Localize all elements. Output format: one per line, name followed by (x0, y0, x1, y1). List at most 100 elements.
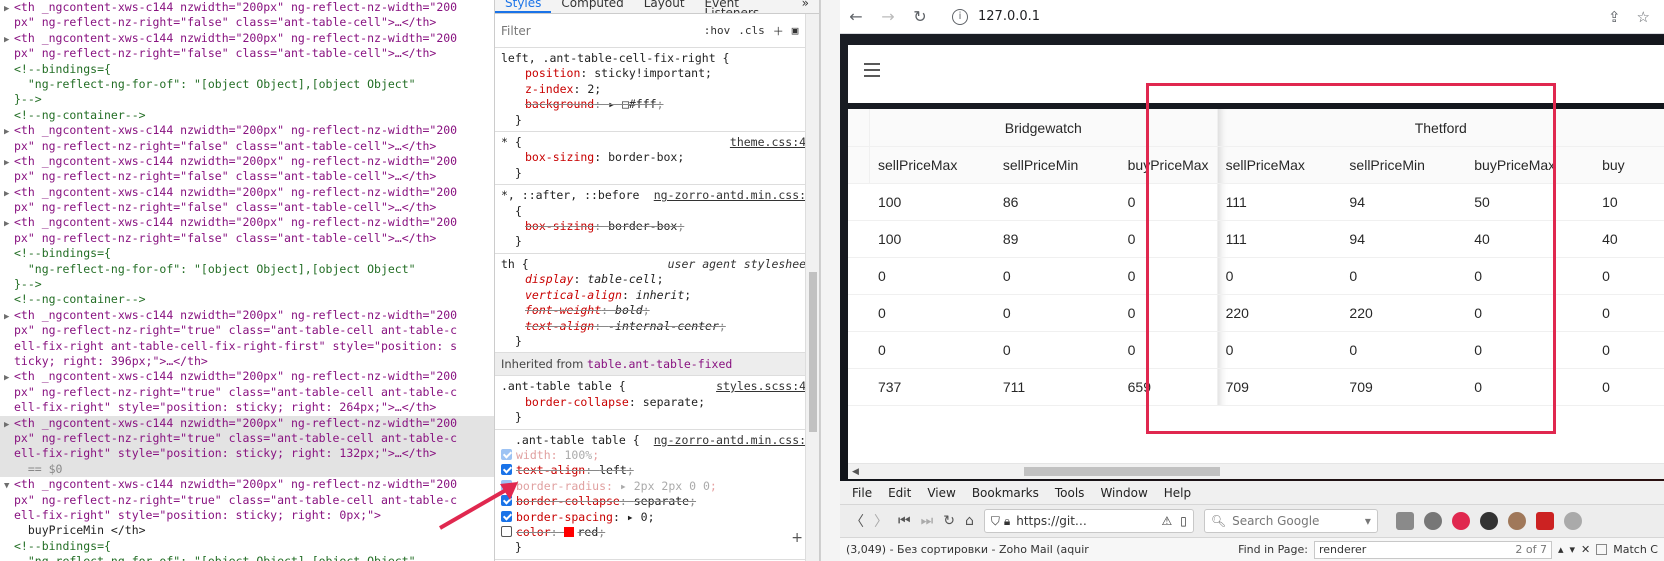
dom-line[interactable]: ▼ <th _ngcontent-xws-c144 nzwidth="200px"… (0, 477, 494, 492)
column-header-sellPriceMax[interactable]: sellPriceMax (869, 147, 995, 184)
dom-line[interactable]: "ng-reflect-ng-for-of": "[object Object]… (0, 262, 494, 277)
dom-line[interactable]: "ng-reflect-ng-for-of": "[object Object]… (0, 554, 494, 561)
css-property[interactable]: vertical-align: inherit; (515, 288, 813, 303)
rule-selector[interactable]: .ant-table table { (515, 433, 640, 447)
dom-line[interactable]: ▶ <th _ngcontent-xws-c144 nzwidth="200px"… (0, 415, 494, 431)
dom-line[interactable]: "ng-reflect-ng-for-of": "[object Object]… (0, 77, 494, 92)
dom-line[interactable]: ▶ <th _ngcontent-xws-c144 nzwidth="200px"… (0, 123, 494, 138)
property-checkbox[interactable] (501, 448, 512, 460)
rule-source-link[interactable]: styles.scss:41 (716, 379, 813, 393)
settings-icon[interactable] (1563, 512, 1582, 530)
dom-line[interactable]: px" ng-reflect-nz-right="true" class="an… (0, 385, 494, 400)
ff-address-bar[interactable]: ⛉ 🔒︎ https://git… ⚠ ▯ (983, 509, 1194, 533)
css-property[interactable]: display: table-cell; (515, 272, 813, 287)
property-checkbox[interactable] (501, 510, 512, 522)
ff-first-icon[interactable]: ⏮ (898, 513, 911, 529)
css-property-color[interactable]: color: red; (501, 525, 813, 540)
css-property-border-spacing[interactable]: border-spacing: ▸ 0; (501, 510, 813, 525)
css-property-width[interactable]: width: 100%; (501, 448, 813, 463)
ff-tab-title[interactable]: (3,049) - Без сортировки - Zoho Mail (aq… (846, 543, 1089, 556)
dom-line[interactable]: ▶ <th _ngcontent-xws-c144 nzwidth="200px"… (0, 0, 494, 15)
find-next-icon[interactable]: ▾ (1570, 543, 1576, 556)
css-property-border-radius[interactable]: border-radius: ▸ 2px 2px 0 0; (501, 479, 813, 494)
rule-selector[interactable]: left, .ant-table-cell-fix-right { (501, 51, 729, 65)
dom-line[interactable]: px" ng-reflect-nz-right="false" class="a… (0, 231, 494, 246)
flag-icon[interactable] (1535, 512, 1554, 530)
cookie-icon[interactable] (1507, 512, 1526, 530)
styles-filter-input[interactable]: Filter (501, 24, 696, 38)
ff-bookmark-icon[interactable]: ▯ (1180, 514, 1187, 528)
find-close-icon[interactable]: ✕ (1581, 543, 1590, 556)
css-property[interactable]: border-collapse: separate; (515, 395, 813, 410)
dom-line[interactable]: ticky; right: 396px;">…</th> (0, 354, 494, 369)
match-case-checkbox[interactable] (1596, 544, 1608, 555)
property-checkbox[interactable] (501, 525, 512, 537)
dom-line[interactable]: ell-fix-right ant-table-cell-fix-right-f… (0, 339, 494, 354)
dom-line[interactable]: ell-fix-right" style="position: sticky; … (0, 400, 494, 415)
rule-selector[interactable]: .ant-table table { (501, 379, 626, 393)
ff-back-icon[interactable]: 〈 (850, 511, 864, 531)
ff-menu-bookmarks[interactable]: Bookmarks (972, 486, 1039, 500)
ff-search-dropdown-icon[interactable]: ▾ (1365, 514, 1371, 528)
column-header-buyPriceMax[interactable]: buyPriceMax (1466, 147, 1595, 184)
property-checkbox[interactable] (501, 464, 512, 476)
styles-tab-1[interactable]: Computed (551, 0, 633, 13)
dom-line[interactable]: == $0 (0, 461, 494, 478)
column-header-sellPriceMax[interactable]: sellPriceMax (1216, 147, 1342, 184)
cls-toggle[interactable]: .cls (738, 24, 765, 37)
dom-line[interactable]: px" ng-reflect-nz-right="false" class="a… (0, 15, 494, 30)
css-property[interactable]: font-weight: bold; (515, 303, 813, 318)
css-property[interactable]: text-align: -internal-center; (515, 319, 813, 334)
rule-selector[interactable]: th { (501, 257, 529, 271)
dom-line[interactable]: px" ng-reflect-nz-right="false" class="a… (0, 200, 494, 215)
ff-home-icon[interactable]: ⌂ (965, 513, 974, 529)
css-property-text-align[interactable]: text-align: left; (501, 463, 813, 478)
paint-icon[interactable]: ▣ (792, 24, 799, 37)
inherited-element-link[interactable]: table.ant-table-fixed (587, 357, 732, 371)
dom-line[interactable]: ▶ <th _ngcontent-xws-c144 nzwidth="200px"… (0, 308, 494, 323)
new-rule-icon[interactable]: ＋ (773, 23, 784, 39)
styles-tab-2[interactable]: Layout (634, 0, 695, 13)
hov-toggle[interactable]: :hov (704, 24, 731, 37)
dom-line[interactable]: px" ng-reflect-nz-right="false" class="a… (0, 169, 494, 184)
rule-selector[interactable]: *, ::after, ::before (501, 188, 639, 202)
dom-line[interactable]: ▶ <th _ngcontent-xws-c144 nzwidth="200px"… (0, 369, 494, 384)
rule-source-link[interactable]: ng-zorro-antd.min.css:1 (654, 188, 813, 202)
column-header-buy[interactable]: buy (1594, 147, 1664, 184)
dom-line[interactable]: }--> (0, 277, 494, 292)
dom-line[interactable]: ▶ <th _ngcontent-xws-c144 nzwidth="200px"… (0, 215, 494, 230)
dom-line[interactable]: <!--ng-container--> (0, 108, 494, 123)
avatar-icon[interactable] (1395, 512, 1414, 530)
css-property-border-collapse[interactable]: border-collapse: separate; (501, 494, 813, 509)
extension-icon[interactable] (1479, 512, 1498, 530)
styles-tab-3[interactable]: Event Listeners (695, 0, 792, 13)
panel-divider[interactable] (820, 0, 840, 561)
table-scroll-thumb[interactable] (1024, 467, 1220, 476)
address-bar[interactable]: i 127.0.0.1 (942, 3, 1582, 30)
dom-line[interactable]: buyPriceMin </th> (0, 523, 494, 538)
styles-tab-0[interactable]: Styles (495, 0, 552, 13)
ff-last-icon[interactable]: ⏭ (921, 513, 934, 529)
column-header-sellPriceMin[interactable]: sellPriceMin (1341, 147, 1467, 184)
styles-tab-4[interactable]: » (792, 0, 819, 13)
dom-line[interactable]: <!--bindings={ (0, 62, 494, 77)
mask-icon[interactable] (1423, 512, 1442, 530)
ff-menu-tools[interactable]: Tools (1055, 486, 1085, 500)
dom-line[interactable]: px" ng-reflect-nz-right="true" class="an… (0, 323, 494, 338)
share-icon[interactable]: ⇪ (1608, 8, 1621, 26)
rule-source-link[interactable]: theme.css:48 (730, 135, 813, 149)
add-property-icon[interactable]: + (791, 530, 803, 546)
dom-line[interactable]: px" ng-reflect-nz-right="true" class="an… (0, 430, 494, 447)
back-icon[interactable]: ← (840, 7, 872, 26)
find-prev-icon[interactable]: ▴ (1558, 543, 1564, 556)
property-checkbox[interactable] (501, 479, 512, 491)
property-checkbox[interactable] (501, 495, 512, 507)
column-header-buyPriceMax[interactable]: buyPriceMax (1119, 147, 1217, 184)
styles-scroll-thumb[interactable] (809, 272, 817, 432)
rule-selector[interactable]: * { (501, 135, 522, 149)
ff-menu-file[interactable]: File (852, 486, 872, 500)
dom-line[interactable]: <!--ng-container--> (0, 292, 494, 307)
column-header-sellPriceMin[interactable]: sellPriceMin (994, 147, 1120, 184)
css-property[interactable]: background: ▸ □#fff; (515, 97, 813, 112)
rule-source-link[interactable]: ng-zorro-antd.min.css:1 (654, 433, 813, 447)
